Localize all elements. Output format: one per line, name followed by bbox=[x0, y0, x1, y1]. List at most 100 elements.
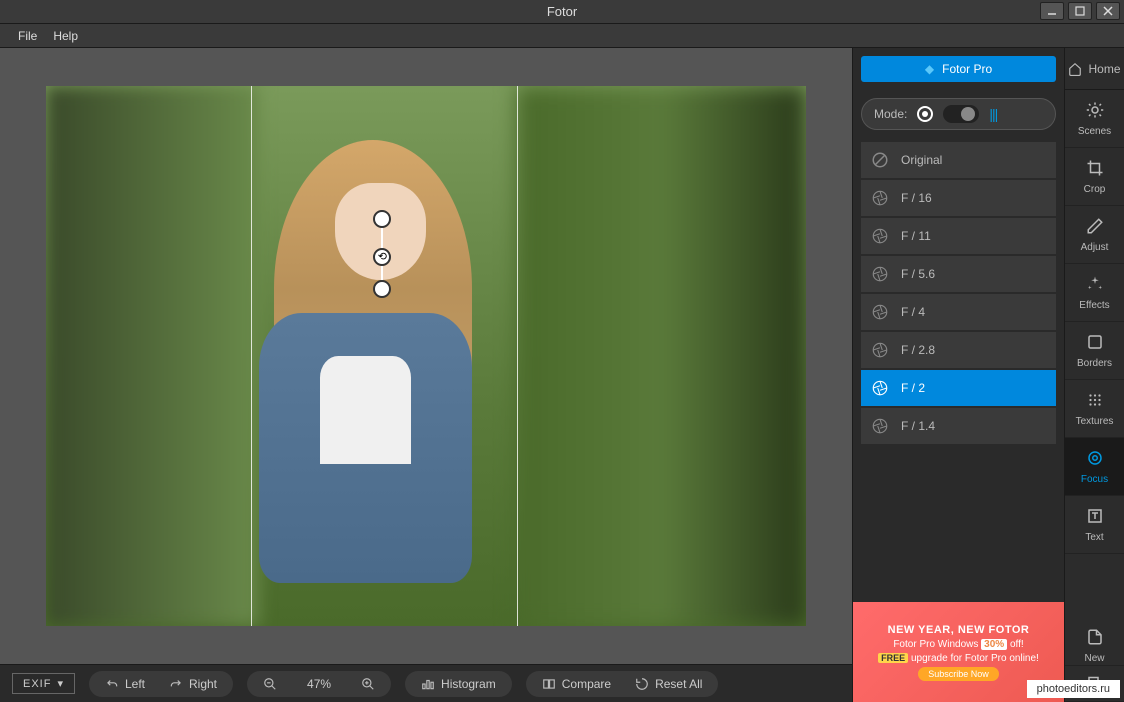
focus-option-f-11[interactable]: F / 11 bbox=[861, 218, 1056, 254]
zoom-value: 47% bbox=[289, 677, 349, 691]
diamond-icon: ◆ bbox=[925, 62, 934, 76]
tool-sidebar: Home Scenes Crop Adjust Effects Borders Textu… bbox=[1064, 48, 1124, 702]
window-title: Fotor bbox=[547, 4, 577, 19]
focus-guide-right[interactable] bbox=[517, 86, 518, 626]
rotate-right-button[interactable]: Right bbox=[157, 671, 229, 697]
focus-option-f-16[interactable]: F / 16 bbox=[861, 180, 1056, 216]
focus-option-f-2[interactable]: F / 2 bbox=[861, 370, 1056, 406]
home-button[interactable]: Home bbox=[1065, 48, 1124, 90]
tool-effects[interactable]: Effects bbox=[1065, 264, 1124, 322]
focus-aperture-list: Original F / 16 F / 11 F / 5.6 F / 4 F / 2.8 F… bbox=[861, 142, 1056, 444]
compare-button[interactable]: Compare bbox=[530, 671, 623, 697]
focus-handle-top[interactable] bbox=[373, 210, 391, 228]
aperture-icon bbox=[871, 379, 889, 397]
focus-option-f-5-6[interactable]: F / 5.6 bbox=[861, 256, 1056, 292]
histogram-button[interactable]: Histogram bbox=[409, 671, 508, 697]
tool-adjust[interactable]: Adjust bbox=[1065, 206, 1124, 264]
aperture-icon bbox=[871, 265, 889, 283]
tool-label: New bbox=[1084, 653, 1104, 664]
aperture-icon bbox=[871, 227, 889, 245]
tool-label: Textures bbox=[1076, 416, 1114, 427]
mode-radial-icon[interactable] bbox=[917, 106, 933, 122]
tool-text[interactable]: Text bbox=[1065, 496, 1124, 554]
exif-label: EXIF bbox=[23, 678, 51, 690]
focus-option-label: F / 2 bbox=[901, 381, 925, 395]
focus-option-label: Original bbox=[901, 153, 942, 167]
promo-subscribe-button[interactable]: Subscribe Now bbox=[918, 667, 999, 681]
tool-label: Text bbox=[1085, 532, 1103, 543]
aperture-icon bbox=[871, 189, 889, 207]
focus-guide-left[interactable] bbox=[251, 86, 252, 626]
tool-label: Borders bbox=[1077, 358, 1112, 369]
chevron-down-icon: ▾ bbox=[57, 677, 64, 690]
zoom-out-icon bbox=[263, 677, 277, 691]
rotate-left-icon bbox=[105, 677, 119, 691]
home-icon bbox=[1068, 62, 1082, 76]
focus-option-label: F / 5.6 bbox=[901, 267, 935, 281]
aperture-icon bbox=[871, 303, 889, 321]
mode-linear-icon[interactable]: ||| bbox=[989, 106, 997, 122]
aperture-icon bbox=[871, 341, 889, 359]
tool-crop[interactable]: Crop bbox=[1065, 148, 1124, 206]
titlebar: Fotor bbox=[0, 0, 1124, 24]
focus-option-label: F / 1.4 bbox=[901, 419, 935, 433]
mode-toggle[interactable] bbox=[943, 105, 979, 123]
watermark: photoeditors.ru bbox=[1027, 680, 1120, 698]
tool-borders[interactable]: Borders bbox=[1065, 322, 1124, 380]
focus-option-f-4[interactable]: F / 4 bbox=[861, 294, 1056, 330]
sun-icon bbox=[1086, 101, 1104, 122]
zoom-in-icon bbox=[361, 677, 375, 691]
promo-line1: Fotor Pro Windows 30% off! bbox=[861, 639, 1056, 650]
menu-file[interactable]: File bbox=[10, 29, 45, 43]
exif-button[interactable]: EXIF ▾ bbox=[12, 673, 75, 694]
focus-icon bbox=[1086, 449, 1104, 470]
rotate-left-button[interactable]: Left bbox=[93, 671, 157, 697]
focus-option-label: F / 11 bbox=[901, 229, 931, 243]
focus-handle-rotate[interactable] bbox=[373, 248, 391, 266]
mode-selector[interactable]: Mode: ||| bbox=[861, 98, 1056, 130]
close-button[interactable] bbox=[1096, 2, 1120, 20]
bottom-toolbar: EXIF ▾ Left Right 47% bbox=[0, 664, 852, 702]
reset-all-button[interactable]: Reset All bbox=[623, 671, 714, 697]
tool-new[interactable]: New bbox=[1065, 626, 1124, 666]
fotor-pro-button[interactable]: ◆ Fotor Pro bbox=[861, 56, 1056, 82]
tool-label: Effects bbox=[1079, 300, 1109, 311]
minimize-button[interactable] bbox=[1040, 2, 1064, 20]
compare-icon bbox=[542, 677, 556, 691]
window-controls bbox=[1040, 2, 1120, 20]
promo-headline: NEW YEAR, NEW FOTOR bbox=[861, 624, 1056, 636]
focus-option-f-2-8[interactable]: F / 2.8 bbox=[861, 332, 1056, 368]
focus-option-label: F / 16 bbox=[901, 191, 932, 205]
rotate-right-icon bbox=[169, 677, 183, 691]
menubar: File Help bbox=[0, 24, 1124, 48]
canvas-area: EXIF ▾ Left Right 47% bbox=[0, 48, 852, 702]
zoom-out-button[interactable] bbox=[251, 671, 289, 697]
promo-line2: FREE upgrade for Fotor Pro online! bbox=[861, 653, 1056, 664]
zoom-in-button[interactable] bbox=[349, 671, 387, 697]
mode-label: Mode: bbox=[874, 107, 907, 121]
histogram-icon bbox=[421, 677, 435, 691]
pencil-icon bbox=[1086, 217, 1104, 238]
focus-option-label: F / 2.8 bbox=[901, 343, 935, 357]
crop-icon bbox=[1086, 159, 1104, 180]
new-icon bbox=[1086, 628, 1104, 649]
tool-label: Crop bbox=[1084, 184, 1106, 195]
menu-help[interactable]: Help bbox=[45, 29, 86, 43]
tool-focus[interactable]: Focus bbox=[1065, 438, 1124, 496]
aperture-icon bbox=[871, 417, 889, 435]
focus-option-label: F / 4 bbox=[901, 305, 925, 319]
reset-icon bbox=[635, 677, 649, 691]
focus-option-original[interactable]: Original bbox=[861, 142, 1056, 178]
tool-label: Focus bbox=[1081, 474, 1108, 485]
maximize-button[interactable] bbox=[1068, 2, 1092, 20]
texture-icon bbox=[1086, 391, 1104, 412]
tool-scenes[interactable]: Scenes bbox=[1065, 90, 1124, 148]
sparkle-icon bbox=[1086, 275, 1104, 296]
tool-label: Scenes bbox=[1078, 126, 1111, 137]
border-icon bbox=[1086, 333, 1104, 354]
tool-textures[interactable]: Textures bbox=[1065, 380, 1124, 438]
focus-option-f-1-4[interactable]: F / 1.4 bbox=[861, 408, 1056, 444]
right-panel: ◆ Fotor Pro Mode: ||| Original F / 16 F / … bbox=[852, 48, 1064, 702]
canvas-viewport[interactable] bbox=[0, 48, 852, 664]
photo[interactable] bbox=[46, 86, 806, 626]
